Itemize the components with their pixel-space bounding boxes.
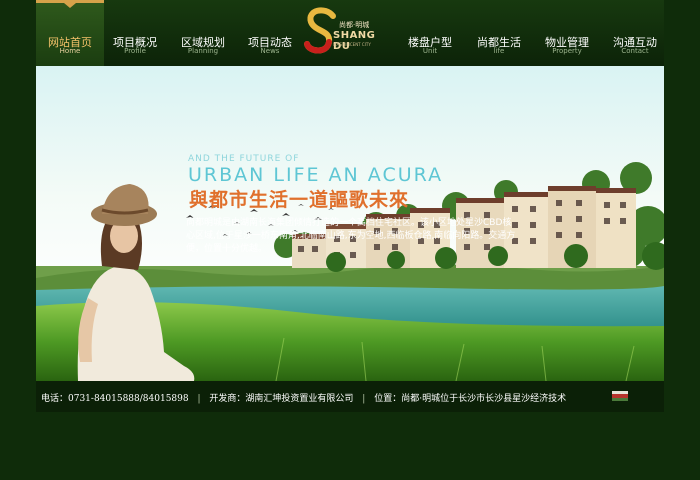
hero-banner: AND THE FUTURE OF URBAN LIFE AN ACURA 與都… [36, 66, 664, 381]
nav-item-contact[interactable]: 沟通互动 Contact [601, 0, 669, 66]
footer-developer: 开发商：湖南汇坤投资置业有限公司 [209, 394, 354, 404]
site-wrapper: 网站首页 Home 项目概况 Profile 区域规划 Planning 项目动… [36, 0, 664, 412]
nav-item-news[interactable]: 项目动态 News [236, 0, 304, 66]
nav-item-sublabel: Home [59, 47, 81, 55]
nav-item-sublabel: Property [552, 47, 582, 55]
nav-item-home[interactable]: 网站首页 Home [36, 0, 104, 66]
slogan-zh: 與都市生活一道謳歌未來 [189, 189, 410, 211]
nav-item-sublabel: Contact [621, 47, 649, 55]
logo-name-en: SHANG DU [333, 30, 376, 52]
nav-item-sublabel: Planning [187, 47, 219, 55]
footer-separator: | [362, 394, 366, 404]
main-nav: 网站首页 Home 项目概况 Profile 区域规划 Planning 项目动… [36, 0, 664, 66]
nav-item-planning[interactable]: 区域规划 Planning [169, 0, 237, 66]
nav-item-property[interactable]: 物业管理 Property [533, 0, 601, 66]
brand-logo[interactable]: 尚都·明城 SHANG DU MAGNIFICENT CITY [303, 6, 385, 62]
nav-item-sublabel: Unit [422, 47, 438, 55]
nav-item-profile[interactable]: 项目概况 Profile [101, 0, 169, 66]
nav-item-life[interactable]: 尚都生活 life [465, 0, 533, 66]
logo-tagline: MAGNIFICENT CITY [333, 42, 371, 47]
nav-item-sublabel: Profile [124, 47, 146, 55]
footer-bar: 电话：0731-84015888/84015898 | 开发商：湖南汇坤投资置业… [36, 381, 664, 412]
footer-location: 位置：尚都·明城位于长沙市长沙县星沙经济技术 [374, 394, 567, 404]
nav-item-unit[interactable]: 楼盘户型 Unit [396, 0, 464, 66]
project-intro: 尚都明城是由湖南长海集团倾情打造的一个高档住宅社区。该小区地处星沙CBD核心区域… [186, 218, 516, 254]
nav-item-sublabel: life [493, 47, 505, 55]
music-toggle-icon[interactable] [612, 391, 628, 401]
footer-separator: | [197, 394, 201, 404]
logo-name-cn: 尚都·明城 [339, 21, 370, 29]
footer-phone: 电话：0731-84015888/84015898 [41, 394, 189, 404]
slogan-en: URBAN LIFE AN ACURA [188, 164, 444, 186]
footer-info: 电话：0731-84015888/84015898 | 开发商：湖南汇坤投资置业… [41, 391, 566, 404]
nav-item-sublabel: News [260, 47, 280, 55]
slogan-en-small: AND THE FUTURE OF [188, 154, 300, 164]
